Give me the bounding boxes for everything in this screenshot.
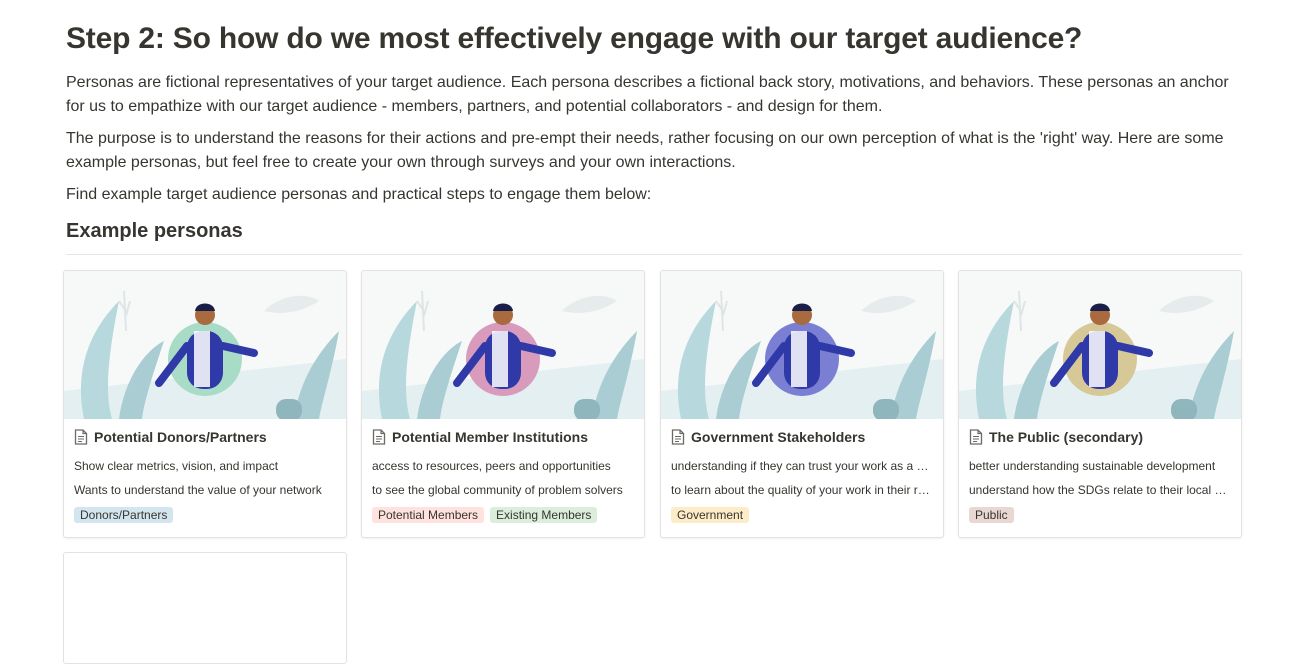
persona-cover-image [959, 271, 1241, 419]
card-title: Potential Member Institutions [392, 429, 589, 445]
page-icon [969, 429, 983, 445]
persona-card-the-public-secondary[interactable]: The Public (secondary) better understand… [958, 270, 1242, 538]
persona-card-potential-member-institutions[interactable]: Potential Member Institutions access to … [361, 270, 645, 538]
page-icon [671, 429, 685, 445]
card-need: Wants to understand the value of your ne… [74, 483, 322, 497]
section-heading: Example personas [66, 220, 243, 242]
purpose-paragraph: The purpose is to understand the reasons… [66, 130, 1224, 171]
persona-card-government-stakeholders[interactable]: Government Stakeholders understanding if… [660, 270, 944, 538]
card-tags: Donors/Partners [74, 507, 174, 523]
card-title-row: Potential Donors/Partners [74, 429, 267, 445]
card-title: The Public (secondary) [989, 429, 1144, 445]
card-need: understand how the SDGs relate to their … [969, 483, 1231, 497]
persona-cover-image [362, 271, 644, 419]
page-icon [372, 429, 386, 445]
card-need: to see the global community of problem s… [372, 483, 623, 497]
card-title: Government Stakeholders [691, 429, 866, 445]
tag-donors-partners: Donors/Partners [74, 507, 174, 523]
tag-government: Government [671, 507, 750, 523]
persona-card-potential-donors-partners[interactable]: Potential Donors/Partners Show clear met… [63, 270, 347, 538]
tag-existing-members: Existing Members [490, 507, 598, 523]
card-tags: Public [969, 507, 1014, 523]
intro-paragraph: Personas are fictional representatives o… [66, 74, 1229, 115]
card-tags: Government [671, 507, 750, 523]
persona-cover-image [661, 271, 943, 419]
card-motivation: better understanding sustainable develop… [969, 459, 1216, 473]
tag-potential-members: Potential Members [372, 507, 485, 523]
card-title-row: Potential Member Institutions [372, 429, 588, 445]
instruction-paragraph: Find example target audience personas an… [66, 186, 652, 203]
card-tags: Potential Members Existing Members [372, 507, 598, 523]
tag-public: Public [969, 507, 1014, 523]
page-icon [74, 429, 88, 445]
card-motivation: understanding if they can trust your wor… [671, 459, 933, 473]
card-title-row: The Public (secondary) [969, 429, 1143, 445]
card-title-row: Government Stakeholders [671, 429, 865, 445]
new-card-placeholder[interactable] [63, 552, 347, 664]
persona-cover-image [64, 271, 346, 419]
card-motivation: Show clear metrics, vision, and impact [74, 459, 279, 473]
card-title: Potential Donors/Partners [94, 429, 267, 445]
page-heading: Step 2: So how do we most effectively en… [66, 22, 1083, 55]
section-divider [66, 254, 1242, 255]
card-need: to learn about the quality of your work … [671, 483, 933, 497]
card-motivation: access to resources, peers and opportuni… [372, 459, 611, 473]
